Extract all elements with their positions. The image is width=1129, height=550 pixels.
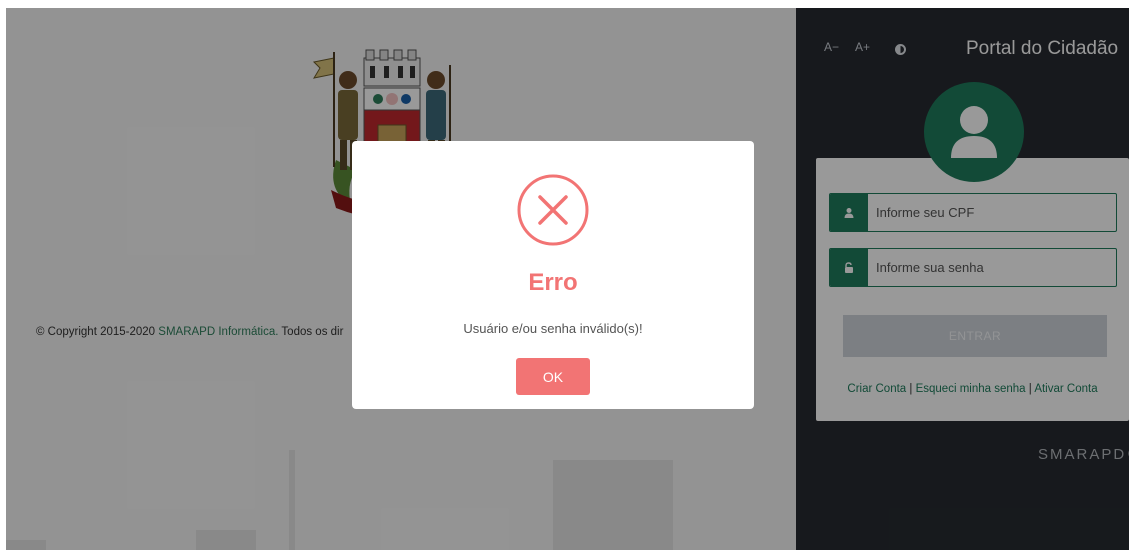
- page-stage: © Copyright 2015-2020 SMARAPD Informátic…: [6, 8, 1129, 550]
- ok-button[interactable]: OK: [516, 358, 590, 395]
- dialog-message: Usuário e/ou senha inválido(s)!: [463, 321, 643, 336]
- error-x-icon: [517, 174, 589, 246]
- error-dialog: Erro Usuário e/ou senha inválido(s)! OK: [352, 141, 754, 409]
- dialog-title: Erro: [528, 269, 578, 296]
